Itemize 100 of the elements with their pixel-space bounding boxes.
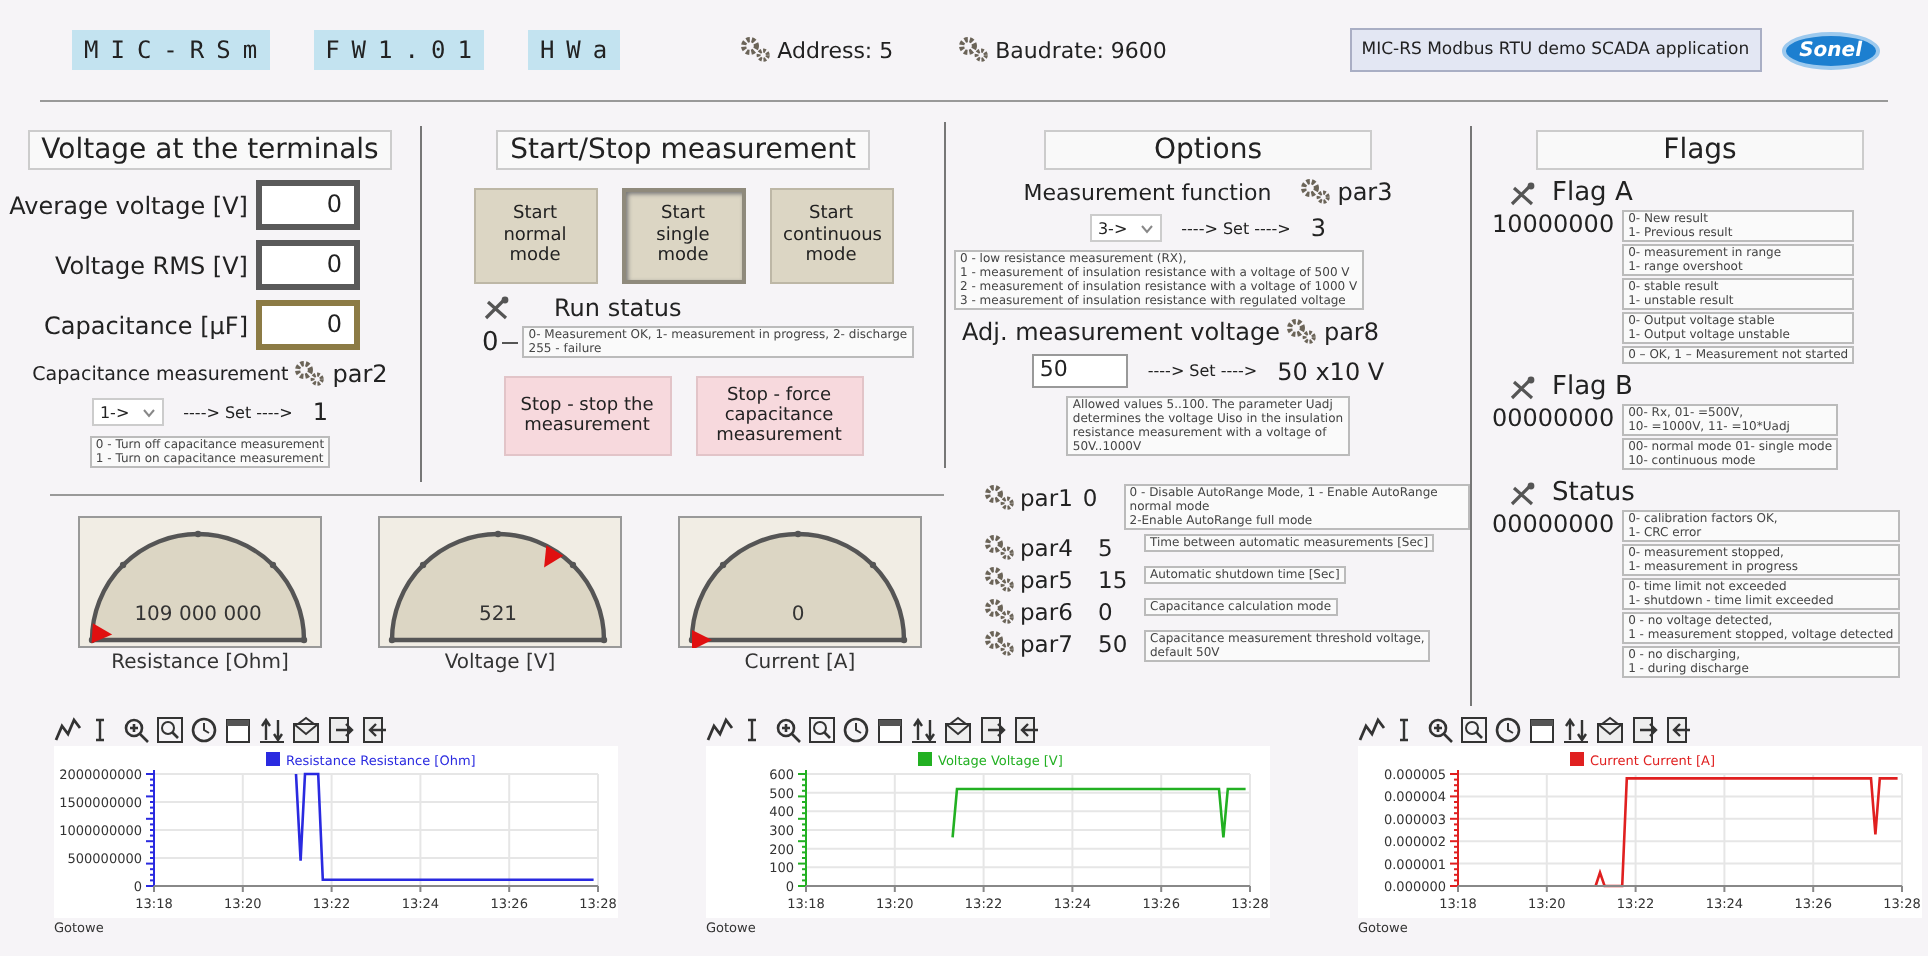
caret-icon <box>1139 223 1154 233</box>
section-title: Voltage at the terminals <box>27 130 393 170</box>
lcd-display: HWa <box>527 30 620 70</box>
tools-icon <box>482 296 510 320</box>
zoom-box-icon[interactable] <box>1460 715 1488 743</box>
calendar-icon[interactable] <box>224 715 252 743</box>
set-label: ----> Set ----> <box>183 403 293 421</box>
param-label: par2 <box>332 360 388 388</box>
envelope-icon[interactable] <box>944 715 972 743</box>
start-button[interactable]: Start normal mode <box>473 188 597 284</box>
set-value: 50 x10 V <box>1277 357 1385 385</box>
zoom-in-icon[interactable] <box>122 715 150 743</box>
input-field[interactable]: 50 <box>1031 354 1128 388</box>
line-chart-icon[interactable] <box>1358 715 1386 743</box>
set-label: ----> Set ----> <box>1181 219 1291 237</box>
field-label: Average voltage [V] <box>9 191 248 219</box>
gauge-label: Current [A] <box>744 652 856 674</box>
export-icon[interactable] <box>360 715 388 743</box>
gears-icon <box>294 360 327 388</box>
clock-icon[interactable] <box>842 715 870 743</box>
run-status-label: Run status <box>554 294 682 322</box>
lcd-display: MIC-RSm <box>72 30 270 70</box>
line-chart-icon[interactable] <box>706 715 734 743</box>
export-icon[interactable] <box>1012 715 1040 743</box>
flag-value: 00000000 <box>1492 510 1615 538</box>
param-value: 5 <box>1098 534 1115 562</box>
flag-name: Status <box>1552 478 1635 508</box>
gauge-pointer <box>91 623 113 644</box>
gauge-label: Voltage [V] <box>444 652 556 674</box>
line-chart-icon[interactable] <box>54 715 82 743</box>
param-value: 15 <box>1098 566 1130 594</box>
y-axis <box>145 769 155 887</box>
value-display: 0 <box>256 240 360 290</box>
param-label: par8 <box>1323 318 1379 346</box>
export-icon[interactable] <box>326 715 354 743</box>
gears-icon <box>984 630 1016 658</box>
clock-icon[interactable] <box>1494 715 1522 743</box>
section-title: Flags <box>1536 130 1864 170</box>
export-icon[interactable] <box>978 715 1006 743</box>
setting-label: Measurement function <box>1023 179 1272 205</box>
app-title: MIC-RS Modbus RTU demo SCADA application <box>1349 28 1762 72</box>
export-icon[interactable] <box>1630 715 1658 743</box>
tools-icon <box>1508 375 1536 399</box>
envelope-icon[interactable] <box>292 715 320 743</box>
baudrate-label: Baudrate: 9600 <box>995 37 1167 63</box>
set-label: ----> Set ----> <box>1147 362 1258 380</box>
logo: Sonel <box>1781 31 1880 69</box>
gears-icon <box>984 598 1016 626</box>
caret-icon <box>141 407 156 417</box>
section-title: Options <box>1044 130 1372 170</box>
tools-icon <box>1508 181 1536 205</box>
zoom-box-icon[interactable] <box>808 715 836 743</box>
zoom-box-icon[interactable] <box>156 715 184 743</box>
lcd-display: FW1.01 <box>313 30 484 70</box>
param-label: par3 <box>1337 178 1393 206</box>
gears-icon <box>984 484 1016 512</box>
param-value: 0 <box>1082 484 1100 512</box>
arrows-icon[interactable] <box>258 715 286 743</box>
gears-icon <box>1299 178 1332 206</box>
stop-button[interactable]: Stop - force capacitance measurement <box>695 376 863 456</box>
stop-button[interactable]: Stop - stop the measurement <box>503 376 671 456</box>
zoom-in-icon[interactable] <box>774 715 802 743</box>
dropdown[interactable]: 1-> <box>91 398 164 426</box>
start-button[interactable]: Start single mode <box>621 188 745 284</box>
y-axis <box>797 769 807 887</box>
dropdown[interactable]: 3-> <box>1089 214 1162 242</box>
zoom-in-icon[interactable] <box>1426 715 1454 743</box>
envelope-icon[interactable] <box>1596 715 1624 743</box>
gauge-label: Resistance [Ohm] <box>111 652 289 674</box>
gears-icon <box>984 534 1016 562</box>
leader-line <box>502 341 519 343</box>
run-status-value: 0 <box>482 327 499 357</box>
flag-name: Flag A <box>1552 178 1633 208</box>
flag-value: 10000000 <box>1492 210 1615 238</box>
calendar-icon[interactable] <box>876 715 904 743</box>
gauge-reading: 0 <box>791 604 805 626</box>
param-label: par4 <box>1020 534 1073 562</box>
gauge-reading: 109 000 000 <box>134 604 262 626</box>
gauge-pointer <box>692 630 712 648</box>
value-display: 0 <box>256 180 360 230</box>
set-value: 3 <box>1310 214 1327 242</box>
param-label: par5 <box>1020 566 1073 594</box>
calendar-icon[interactable] <box>1528 715 1556 743</box>
param-label: par7 <box>1020 630 1073 658</box>
arrows-icon[interactable] <box>910 715 938 743</box>
field-label: Capacitance [µF] <box>44 311 248 339</box>
section-title: Start/Stop measurement <box>496 130 870 170</box>
start-button[interactable]: Start continuous mode <box>769 188 893 284</box>
address-label: Address: 5 <box>777 37 894 63</box>
param-label: par6 <box>1020 598 1073 626</box>
gears-icon <box>984 566 1016 594</box>
setting-label: Capacitance measurement <box>32 363 289 385</box>
param-value: 0 <box>1098 598 1115 626</box>
y-axis <box>1449 769 1459 887</box>
flag-value: 00000000 <box>1492 404 1615 432</box>
setting-label: Adj. measurement voltage <box>962 318 1280 346</box>
arrows-icon[interactable] <box>1562 715 1590 743</box>
export-icon[interactable] <box>1664 715 1692 743</box>
clock-icon[interactable] <box>190 715 218 743</box>
gears-icon <box>957 36 990 64</box>
